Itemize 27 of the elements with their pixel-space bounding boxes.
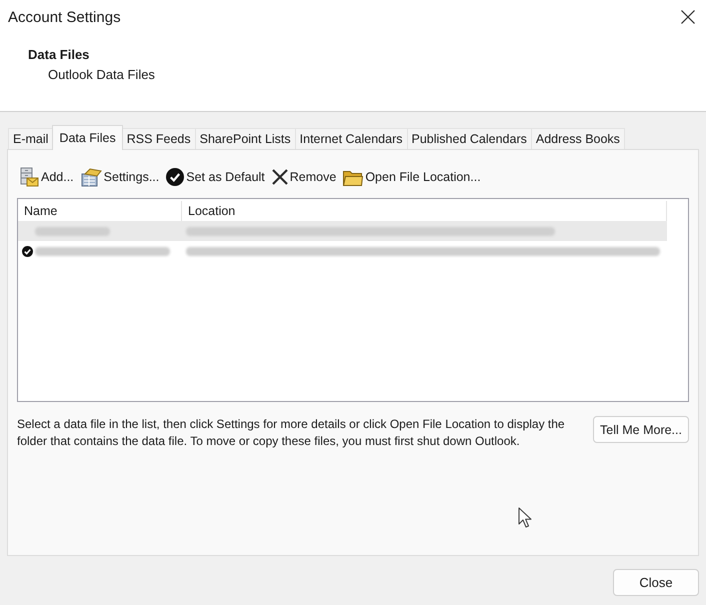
- section-subtitle: Outlook Data Files: [48, 66, 155, 84]
- close-button[interactable]: Close: [613, 569, 699, 596]
- tab[interactable]: RSS Feeds: [122, 128, 196, 149]
- tell-me-more-button[interactable]: Tell Me More...: [593, 416, 689, 443]
- close-icon: [681, 10, 695, 24]
- window-title: Account Settings: [8, 8, 121, 26]
- folder-icon: [343, 168, 364, 186]
- toolbar-button[interactable]: Set as Default: [166, 168, 265, 186]
- list-row[interactable]: [18, 221, 667, 241]
- cross-icon: [272, 169, 288, 185]
- tab[interactable]: SharePoint Lists: [194, 128, 296, 149]
- tab[interactable]: Address Books: [530, 128, 625, 149]
- tab[interactable]: Internet Calendars: [294, 128, 408, 149]
- pointer-icon: [518, 507, 533, 528]
- form-icon: [80, 168, 102, 186]
- toolbar-button[interactable]: Settings...: [80, 168, 160, 186]
- tab[interactable]: Data Files: [52, 125, 123, 150]
- toolbar-button[interactable]: Remove: [272, 169, 336, 185]
- tab[interactable]: E-mail: [8, 128, 54, 149]
- check-circle-icon: [166, 168, 184, 186]
- help-text: Select a data file in the list, then click Settings for more details or click Open File Location to display the folder that contains the data file. To move or copy these files, you must first shut down Outlook.: [17, 416, 566, 450]
- data-file-list[interactable]: Name Location: [17, 198, 689, 402]
- toolbar-button[interactable]: Add...: [19, 167, 74, 187]
- section-title: Data Files: [28, 46, 90, 64]
- toolbar-button[interactable]: Open File Location...: [343, 168, 481, 186]
- cabinet-envelope-icon: [19, 167, 39, 187]
- tab[interactable]: Published Calendars: [406, 128, 532, 149]
